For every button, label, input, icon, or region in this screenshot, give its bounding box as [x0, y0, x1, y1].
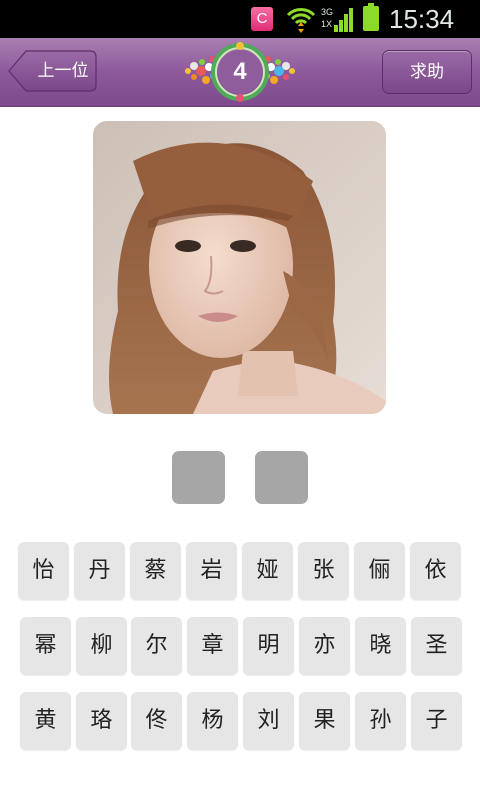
- letter-key[interactable]: 蔡: [130, 542, 181, 600]
- network-1x-label: 1X: [321, 19, 332, 29]
- status-bar: C 3G 1X 15:34: [0, 0, 480, 38]
- letter-key[interactable]: 孙: [355, 692, 406, 750]
- answer-slot[interactable]: [255, 451, 308, 504]
- letter-key[interactable]: 丹: [74, 542, 125, 600]
- puzzle-photo: [93, 121, 386, 414]
- previous-button[interactable]: 上一位: [8, 50, 97, 92]
- answer-slot[interactable]: [172, 451, 225, 504]
- letter-key[interactable]: 杨: [187, 692, 238, 750]
- letter-key[interactable]: 俪: [354, 542, 405, 600]
- level-badge: 4: [180, 38, 300, 106]
- letter-key[interactable]: 黄: [20, 692, 71, 750]
- letter-key[interactable]: 娅: [242, 542, 293, 600]
- letter-key[interactable]: 怡: [18, 542, 69, 600]
- letter-key[interactable]: 果: [299, 692, 350, 750]
- letter-key[interactable]: 明: [243, 617, 294, 675]
- letter-key[interactable]: 依: [410, 542, 461, 600]
- letter-key[interactable]: 亦: [299, 617, 350, 675]
- letter-key[interactable]: 子: [411, 692, 462, 750]
- title-bar: 上一位 4 求助: [0, 38, 480, 107]
- wifi-icon: [286, 8, 316, 33]
- letter-key[interactable]: 张: [298, 542, 349, 600]
- letter-key[interactable]: 珞: [76, 692, 127, 750]
- letter-key[interactable]: 柳: [76, 617, 127, 675]
- letter-key[interactable]: 章: [187, 617, 238, 675]
- letter-key[interactable]: 佟: [131, 692, 182, 750]
- level-number: 4: [233, 58, 247, 85]
- letter-key[interactable]: 岩: [186, 542, 237, 600]
- battery-icon: [363, 3, 379, 31]
- letter-key[interactable]: 晓: [355, 617, 406, 675]
- letter-key[interactable]: 幂: [20, 617, 71, 675]
- status-time: 15:34: [389, 4, 455, 34]
- previous-button-label: 上一位: [37, 61, 89, 81]
- letter-key[interactable]: 圣: [411, 617, 462, 675]
- network-3g-label: 3G: [321, 7, 333, 17]
- letter-key[interactable]: 刘: [243, 692, 294, 750]
- help-button[interactable]: 求助: [382, 50, 472, 94]
- letter-key[interactable]: 尔: [131, 617, 182, 675]
- app-notification-icon: C: [251, 7, 273, 31]
- signal-icon: 3G 1X: [321, 7, 353, 32]
